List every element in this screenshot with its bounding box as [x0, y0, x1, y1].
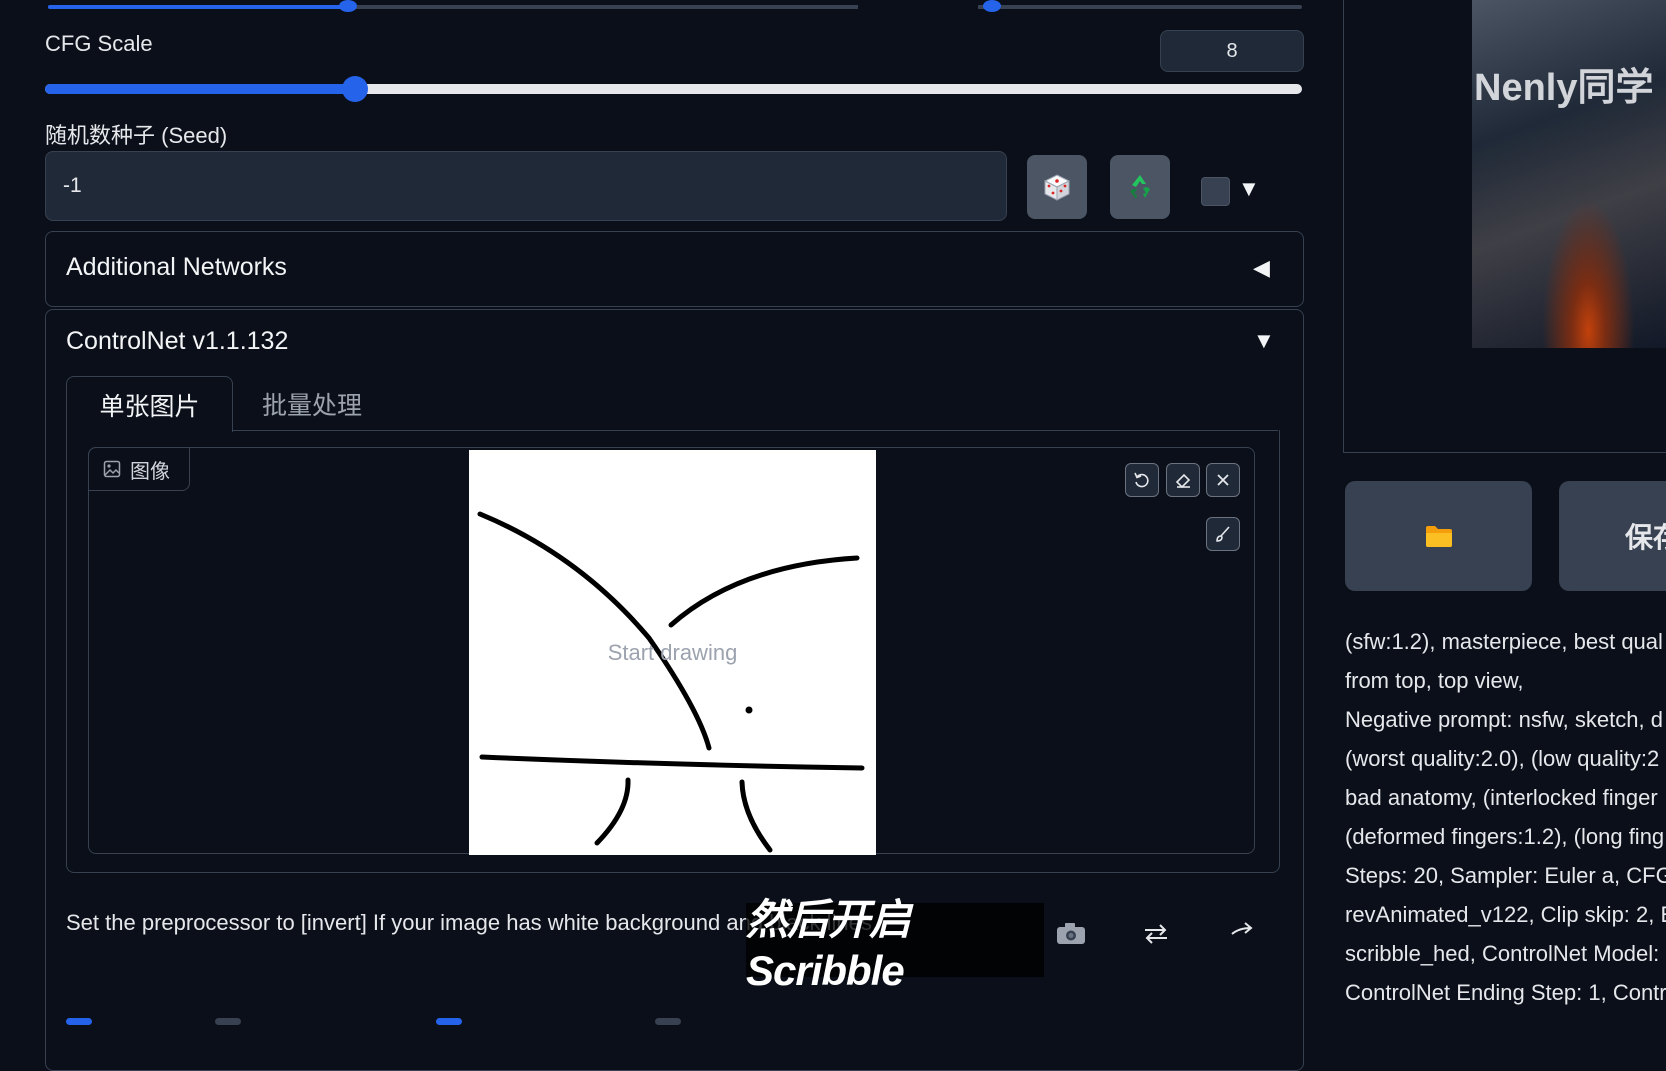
seed-input[interactable]: -1	[45, 151, 1007, 221]
info-line: ControlNet Ending Step: 1, Contr	[1345, 980, 1666, 1005]
cfg-scale-thumb[interactable]	[342, 76, 368, 102]
generation-info: (sfw:1.2), masterpiece, best qual from t…	[1345, 622, 1666, 1012]
recycle-icon	[1130, 175, 1150, 199]
additional-networks-title[interactable]: Additional Networks	[66, 253, 287, 282]
preview-checkbox[interactable]	[655, 1018, 681, 1025]
top-slider-thumb-2[interactable]	[983, 0, 1001, 12]
controlnet-arrow[interactable]: ▼	[1253, 328, 1275, 354]
arrow-up-right-icon	[1231, 922, 1253, 935]
enable-checkbox[interactable]	[66, 1018, 92, 1025]
info-line: (worst quality:2.0), (low quality:2	[1345, 746, 1660, 771]
info-line: (sfw:1.2), masterpiece, best qual	[1345, 629, 1663, 654]
image-label-text: 图像	[130, 460, 170, 483]
pixel-perfect-checkbox[interactable]	[436, 1018, 462, 1025]
info-line: scribble_hed, ControlNet Model:	[1345, 941, 1660, 966]
undo-button[interactable]	[1125, 463, 1159, 497]
seed-extra-dropdown-arrow[interactable]: ▼	[1238, 176, 1260, 202]
dice-icon	[1043, 174, 1071, 201]
tab-single-image[interactable]: 单张图片	[66, 376, 233, 432]
canvas-placeholder: Start drawing	[607, 640, 738, 665]
reuse-seed-button[interactable]	[1110, 155, 1170, 219]
info-line: Negative prompt: nsfw, sketch, d	[1345, 707, 1663, 732]
additional-networks-arrow[interactable]: ◀	[1253, 255, 1270, 281]
top-slider-thumb[interactable]	[339, 0, 357, 12]
tab-batch[interactable]: 批量处理	[262, 376, 362, 431]
cfg-scale-label: CFG Scale	[45, 31, 153, 56]
watermark: Nenly同学	[1474, 67, 1654, 109]
undo-icon	[1134, 472, 1149, 488]
info-line: revAnimated_v122, Clip skip: 2, E	[1345, 902, 1666, 927]
image-label: 图像	[88, 447, 190, 491]
top-slider-fill	[48, 5, 350, 9]
info-line: from top, top view,	[1345, 668, 1524, 693]
folder-icon	[1425, 526, 1452, 547]
random-seed-button[interactable]	[1027, 155, 1087, 219]
info-line: bad anatomy, (interlocked finger	[1345, 785, 1658, 810]
save-button[interactable]: 保存	[1559, 481, 1666, 591]
cfg-scale-input[interactable]: 8	[1160, 30, 1304, 72]
send-dimensions-button[interactable]	[1229, 920, 1255, 947]
open-folder-button[interactable]	[1345, 481, 1532, 591]
camera-icon	[1057, 923, 1085, 944]
controlnet-tabs	[66, 375, 1278, 431]
swap-dimensions-button[interactable]	[1143, 923, 1169, 950]
seed-label: 随机数种子 (Seed)	[45, 123, 228, 148]
swap-icon	[1145, 924, 1167, 944]
video-subtitle: 然后开启Scribble	[746, 895, 911, 994]
generated-image-preview[interactable]	[1472, 0, 1666, 348]
eraser-icon	[1175, 473, 1191, 489]
close-icon	[1217, 474, 1229, 486]
image-icon	[103, 460, 121, 478]
info-line: (deformed fingers:1.2), (long fing	[1345, 824, 1665, 849]
camera-button[interactable]	[1056, 922, 1086, 951]
controlnet-title[interactable]: ControlNet v1.1.132	[66, 327, 288, 356]
extra-seed-checkbox[interactable]	[1201, 177, 1230, 206]
slider-gap	[858, 3, 978, 11]
info-line: Steps: 20, Sampler: Euler a, CFG	[1345, 863, 1666, 888]
brush-button[interactable]	[1206, 517, 1240, 551]
brush-icon	[1216, 526, 1230, 542]
lowvram-checkbox[interactable]	[215, 1018, 241, 1025]
cfg-scale-fill	[45, 84, 357, 94]
clear-button[interactable]	[1206, 463, 1240, 497]
eraser-button[interactable]	[1166, 463, 1200, 497]
